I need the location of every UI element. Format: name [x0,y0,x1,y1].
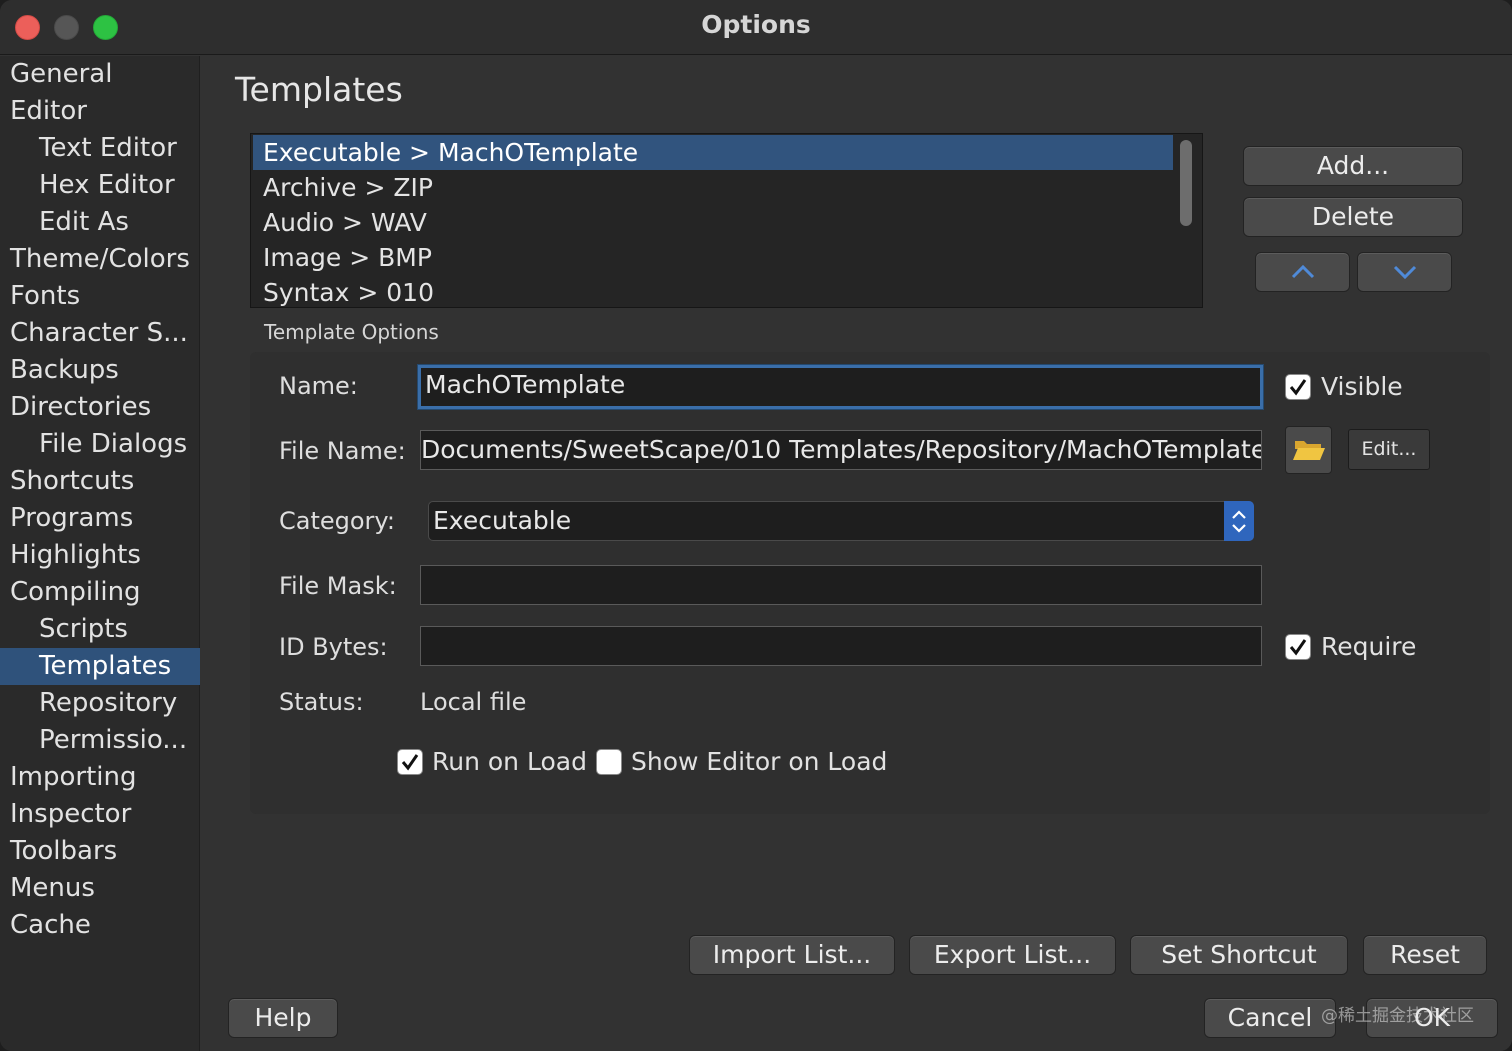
category-select[interactable]: Executable [428,501,1254,541]
show-editor-on-load-label: Show Editor on Load [631,747,888,776]
template-list-item[interactable]: Archive > ZIP [253,170,1173,205]
id-bytes-field[interactable] [420,626,1262,666]
category-selected-value: Executable [433,506,572,535]
edit-template-label: Edit... [1361,438,1417,460]
set-shortcut-label: Set Shortcut [1161,940,1317,969]
require-checkbox[interactable] [1285,634,1311,660]
template-list-item[interactable]: Syntax > 010 [253,275,1173,307]
category-stepper[interactable] [1224,501,1254,541]
templates-panel: Templates Executable > MachOTemplate Arc… [201,56,1512,1051]
status-label: Status: [279,688,364,716]
run-on-load-label: Run on Load [432,747,587,776]
import-list-label: Import List... [712,940,872,969]
template-list-scrollbar[interactable] [1180,140,1192,226]
reset-button[interactable]: Reset [1363,935,1487,975]
sidebar-item-repository[interactable]: Repository [0,685,200,722]
file-name-label: File Name: [279,437,406,465]
checkmark-icon [401,754,419,771]
file-name-field[interactable]: Documents/SweetScape/010 Templates/Repos… [420,430,1262,470]
checkmark-icon [1289,379,1307,396]
sidebar-item-theme-colors[interactable]: Theme/Colors [0,241,200,278]
up-down-chevron-icon [1232,510,1246,533]
template-list-item[interactable]: Image > BMP [253,240,1173,275]
show-editor-on-load-checkbox[interactable] [596,749,622,775]
sidebar-item-shortcuts[interactable]: Shortcuts [0,463,200,500]
visible-label: Visible [1321,372,1403,401]
status-value: Local file [420,688,527,716]
export-list-label: Export List... [933,940,1092,969]
chevron-up-icon [1291,264,1314,279]
add-template-label: Add... [1316,151,1390,180]
delete-template-label: Delete [1311,202,1395,231]
window-title: Options [701,10,811,39]
sidebar-item-text-editor[interactable]: Text Editor [0,130,200,167]
options-sidebar: General Editor Text Editor Hex Editor Ed… [0,56,200,1051]
edit-template-button[interactable]: Edit... [1348,429,1430,470]
help-label: Help [254,1003,312,1032]
sidebar-item-hex-editor[interactable]: Hex Editor [0,167,200,204]
sidebar-item-importing[interactable]: Importing [0,759,200,796]
export-list-button[interactable]: Export List... [909,935,1116,975]
delete-template-button[interactable]: Delete [1243,197,1463,237]
sidebar-item-edit-as[interactable]: Edit As [0,204,200,241]
sidebar-item-editor[interactable]: Editor [0,93,200,130]
template-list-item[interactable]: Executable > MachOTemplate [253,135,1173,170]
checkmark-icon [1289,639,1307,656]
help-button[interactable]: Help [228,998,338,1038]
cancel-button[interactable]: Cancel [1204,998,1336,1038]
visible-checkbox[interactable] [1285,374,1311,400]
sidebar-item-templates[interactable]: Templates [0,648,200,685]
import-list-button[interactable]: Import List... [689,935,895,975]
name-label: Name: [279,372,358,400]
template-list[interactable]: Executable > MachOTemplate Archive > ZIP… [250,133,1203,308]
set-shortcut-button[interactable]: Set Shortcut [1130,935,1348,975]
watermark: @稀土掘金技术社区 [1321,1006,1474,1026]
sidebar-item-file-dialogs[interactable]: File Dialogs [0,426,200,463]
cancel-label: Cancel [1227,1003,1313,1032]
sidebar-item-programs[interactable]: Programs [0,500,200,537]
move-down-button[interactable] [1357,252,1452,292]
file-mask-label: File Mask: [279,572,397,600]
sidebar-item-cache[interactable]: Cache [0,907,200,944]
name-field[interactable]: MachOTemplate [418,365,1263,409]
sidebar-item-directories[interactable]: Directories [0,389,200,426]
sidebar-item-backups[interactable]: Backups [0,352,200,389]
page-title: Templates [235,70,403,109]
title-bar: Options [0,0,1512,55]
move-up-button[interactable] [1255,252,1350,292]
sidebar-item-compiling[interactable]: Compiling [0,574,200,611]
sidebar-item-toolbars[interactable]: Toolbars [0,833,200,870]
id-bytes-label: ID Bytes: [279,633,388,661]
template-list-item[interactable]: Audio > WAV [253,205,1173,240]
sidebar-item-menus[interactable]: Menus [0,870,200,907]
browse-file-button[interactable] [1285,426,1332,474]
sidebar-item-character-sets[interactable]: Character S... [0,315,200,352]
template-options-label: Template Options [264,320,439,344]
chevron-down-icon [1393,265,1416,280]
add-template-button[interactable]: Add... [1243,146,1463,186]
require-label: Require [1321,632,1417,661]
sidebar-item-inspector[interactable]: Inspector [0,796,200,833]
run-on-load-checkbox[interactable] [397,749,423,775]
options-window: Options General Editor Text Editor Hex E… [0,0,1512,1051]
sidebar-item-highlights[interactable]: Highlights [0,537,200,574]
folder-open-icon [1293,441,1325,460]
sidebar-item-scripts[interactable]: Scripts [0,611,200,648]
file-mask-field[interactable] [420,565,1262,605]
sidebar-item-fonts[interactable]: Fonts [0,278,200,315]
category-label: Category: [279,507,395,535]
sidebar-item-general[interactable]: General [0,56,200,93]
reset-label: Reset [1390,940,1460,969]
sidebar-item-permissions[interactable]: Permissio... [0,722,200,759]
